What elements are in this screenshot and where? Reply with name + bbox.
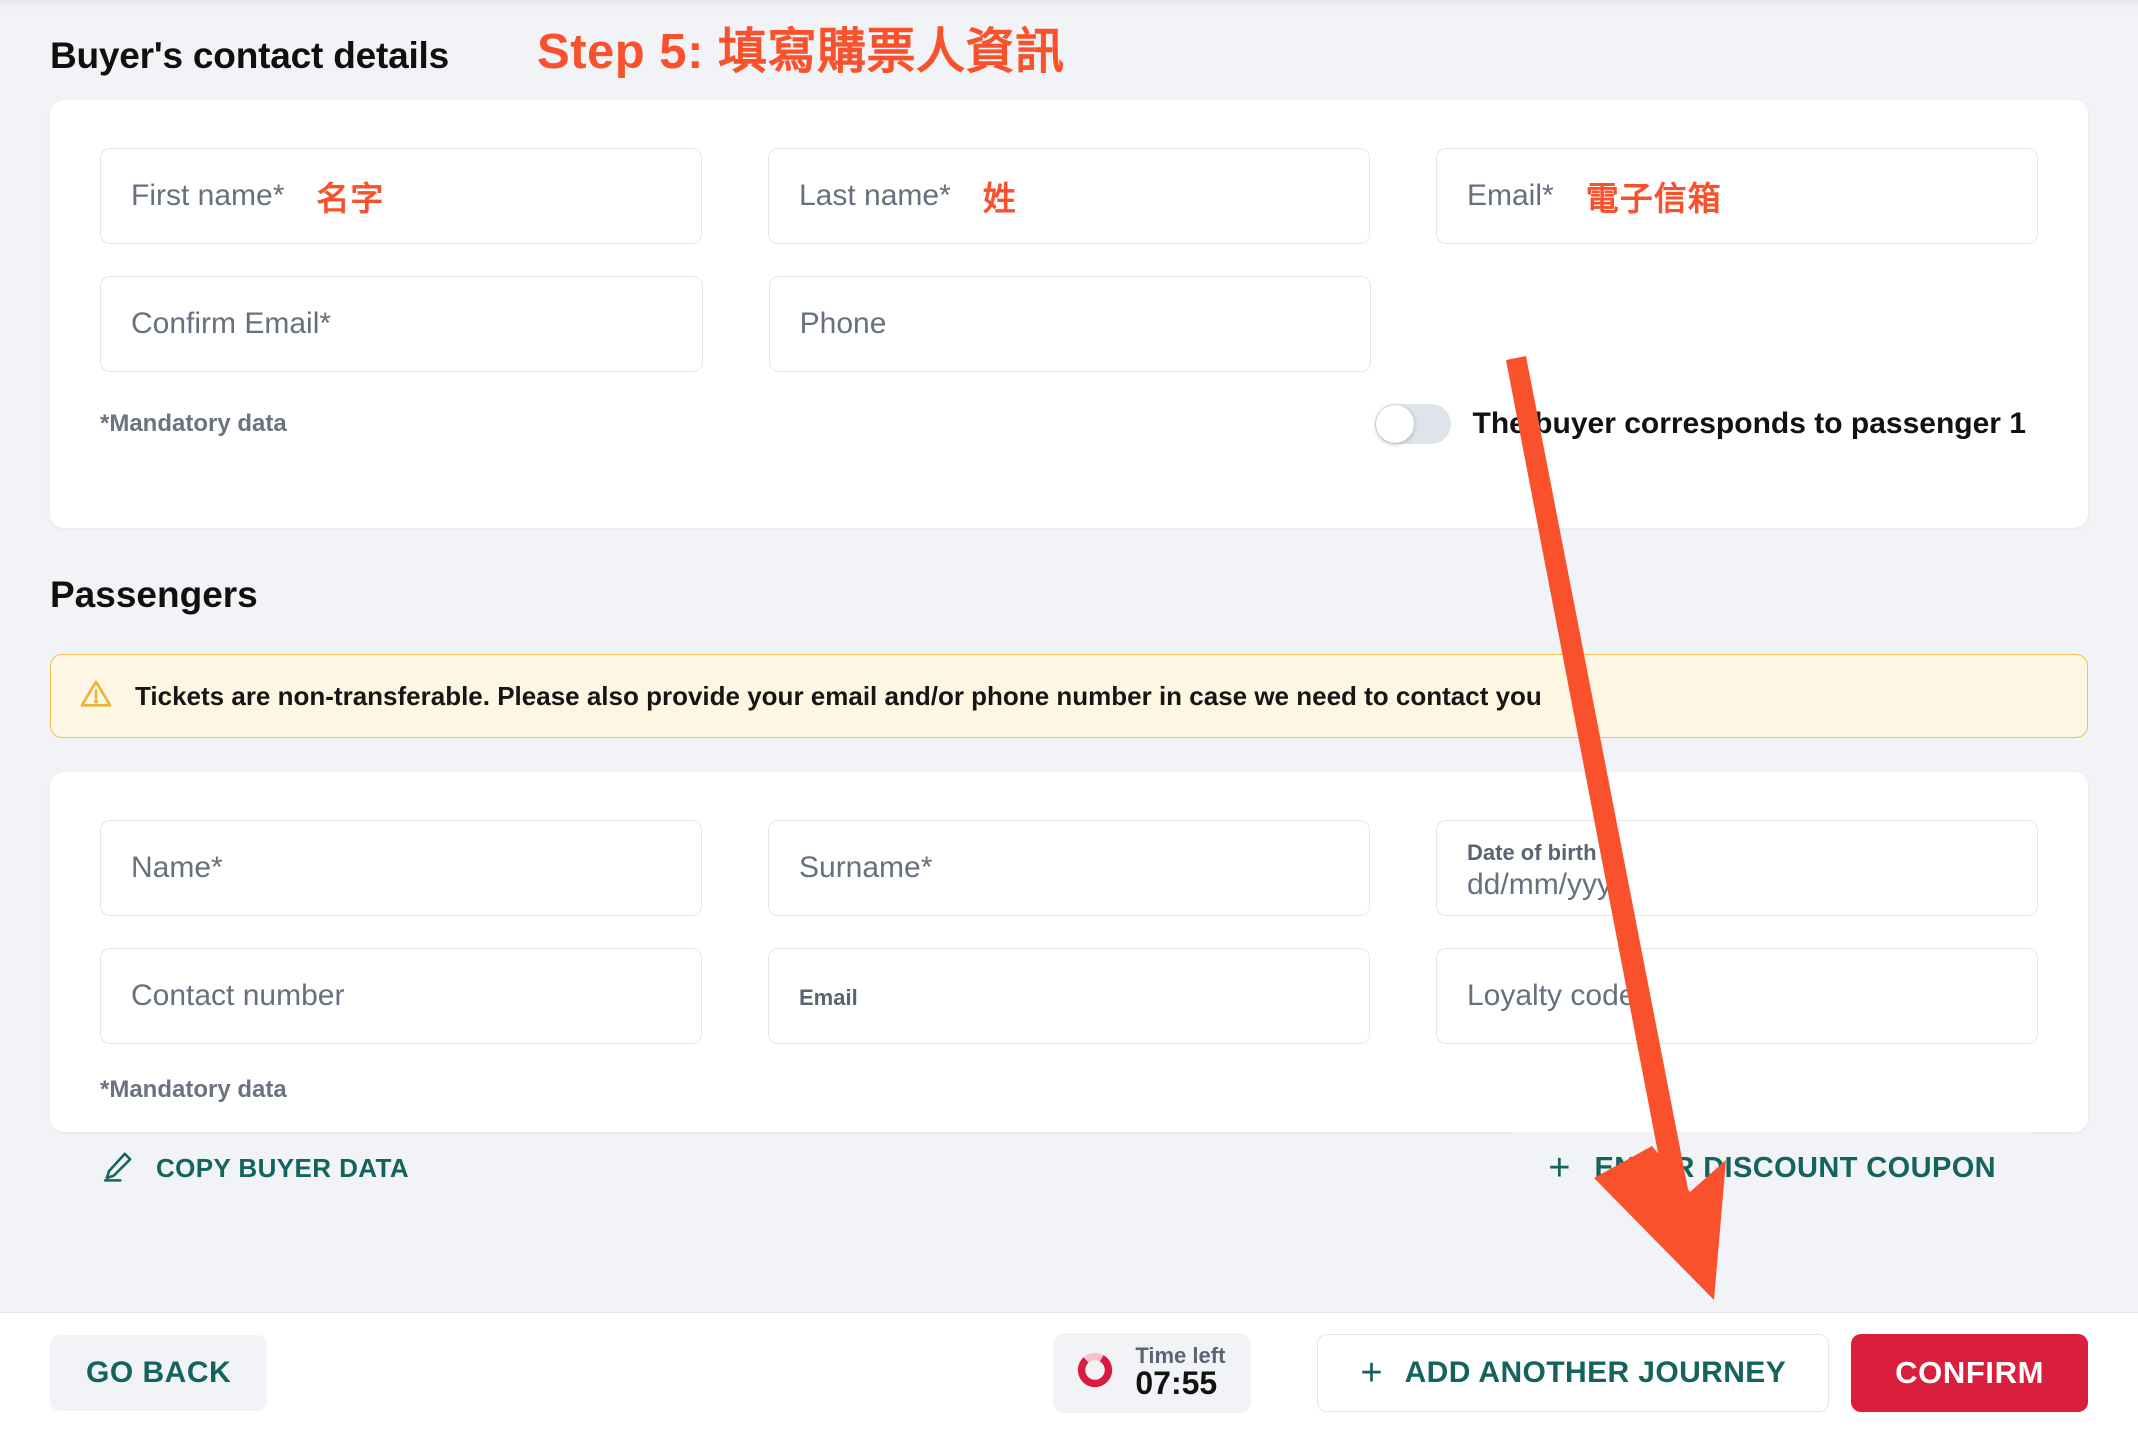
buyer-mandatory-row: *Mandatory data The buyer corresponds to…: [100, 404, 2038, 444]
passengers-title: Passengers: [50, 574, 258, 615]
page-title: Buyer's contact details: [50, 35, 450, 76]
buyer-passenger-toggle-group[interactable]: The buyer corresponds to passenger 1: [1374, 404, 2027, 444]
passenger-dob-placeholder: dd/mm/yyyy: [1467, 868, 1628, 901]
warning-triangle-icon: [79, 677, 113, 716]
email-input[interactable]: Email* 電子信箱: [1436, 148, 2038, 244]
buyer-empty-slot: [1437, 276, 2038, 372]
passenger-1-card: Name* Surname* Date of birth dd/mm/yyyy …: [50, 772, 2088, 1204]
page-header: Buyer's contact details Step 5: 填寫購票人資訊: [50, 0, 2088, 96]
last-name-input[interactable]: Last name* 姓: [768, 148, 1370, 244]
passenger-loyalty-code-input[interactable]: Loyalty code: [1436, 948, 2038, 1044]
passenger-email-label: Email: [799, 985, 858, 1010]
go-back-button[interactable]: GO BACK: [50, 1334, 268, 1411]
checkout-footer-bar: GO BACK Time left 07:55 + ADD ANOTHER JO…: [0, 1312, 2138, 1432]
buyer-is-passenger-toggle[interactable]: [1374, 404, 1451, 444]
buyer-contact-card: First name* 名字 Last name* 姓 Email* 電子信箱 …: [50, 100, 2088, 528]
timer-label: Time left: [1135, 1343, 1226, 1369]
first-name-annotation: 名字: [316, 180, 385, 217]
step-annotation: Step 5: 填寫購票人資訊: [537, 25, 1065, 79]
confirm-button[interactable]: CONFIRM: [1851, 1333, 2088, 1412]
passenger-surname-input[interactable]: Surname*: [768, 820, 1370, 916]
passenger-contact-number-input[interactable]: Contact number: [100, 948, 702, 1044]
passenger-surname-placeholder: Surname*: [799, 851, 933, 884]
phone-input[interactable]: Phone: [768, 276, 1372, 372]
buyer-mandatory-note: *Mandatory data: [100, 410, 287, 437]
session-timer: Time left 07:55: [1053, 1332, 1252, 1413]
confirm-email-input[interactable]: Confirm Email*: [100, 276, 703, 372]
passenger-field-row-2: Contact number Email Loyalty code: [100, 948, 2038, 1044]
first-name-input[interactable]: First name* 名字: [100, 148, 702, 244]
timer-ring-icon: [1073, 1348, 1117, 1397]
buyer-field-row-1: First name* 名字 Last name* 姓 Email* 電子信箱: [100, 148, 2038, 244]
add-another-journey-label: ADD ANOTHER JOURNEY: [1404, 1355, 1787, 1389]
passenger-name-placeholder: Name*: [131, 851, 223, 884]
copy-buyer-data-label: COPY BUYER DATA: [156, 1152, 410, 1183]
first-name-placeholder: First name*: [131, 179, 285, 212]
passenger-dob-input[interactable]: Date of birth dd/mm/yyyy: [1436, 820, 2038, 916]
toggle-knob: [1375, 405, 1414, 443]
add-another-journey-button[interactable]: + ADD ANOTHER JOURNEY: [1317, 1333, 1830, 1412]
non-transferable-warning: Tickets are non-transferable. Please als…: [50, 654, 2088, 738]
copy-buyer-data-button[interactable]: COPY BUYER DATA: [100, 1148, 409, 1189]
passenger-dob-label: Date of birth: [1467, 840, 1597, 865]
plus-icon: +: [1360, 1351, 1383, 1394]
warning-text: Tickets are non-transferable. Please als…: [135, 680, 1542, 711]
enter-discount-coupon-button[interactable]: + ENTER DISCOUNT COUPON: [1506, 1132, 2038, 1204]
passenger-contact-number-placeholder: Contact number: [131, 979, 345, 1012]
plus-icon: +: [1548, 1147, 1571, 1189]
passenger-email-input[interactable]: Email: [768, 948, 1370, 1044]
last-name-annotation: 姓: [982, 180, 1017, 217]
buyer-is-passenger-label: The buyer corresponds to passenger 1: [1472, 407, 2027, 440]
confirm-email-placeholder: Confirm Email*: [131, 307, 332, 340]
enter-discount-coupon-label: ENTER DISCOUNT COUPON: [1594, 1151, 1996, 1184]
passenger-actions-row: COPY BUYER DATA + ENTER DISCOUNT COUPON: [100, 1132, 2038, 1204]
checkout-page: Buyer's contact details Step 5: 填寫購票人資訊 …: [0, 0, 2138, 1312]
passenger-mandatory-note: *Mandatory data: [100, 1076, 287, 1103]
buyer-field-row-2: Confirm Email* Phone: [100, 276, 2038, 372]
passenger-field-row-1: Name* Surname* Date of birth dd/mm/yyyy: [100, 820, 2038, 916]
phone-placeholder: Phone: [799, 307, 887, 340]
email-placeholder: Email*: [1467, 179, 1554, 212]
passenger-name-input[interactable]: Name*: [100, 820, 702, 916]
email-annotation: 電子信箱: [1585, 180, 1722, 217]
pencil-icon: [100, 1148, 136, 1189]
passenger-loyalty-code-placeholder: Loyalty code: [1467, 979, 1636, 1012]
last-name-placeholder: Last name*: [799, 179, 951, 212]
timer-text-group: Time left 07:55: [1135, 1344, 1225, 1401]
timer-value: 07:55: [1135, 1365, 1218, 1402]
